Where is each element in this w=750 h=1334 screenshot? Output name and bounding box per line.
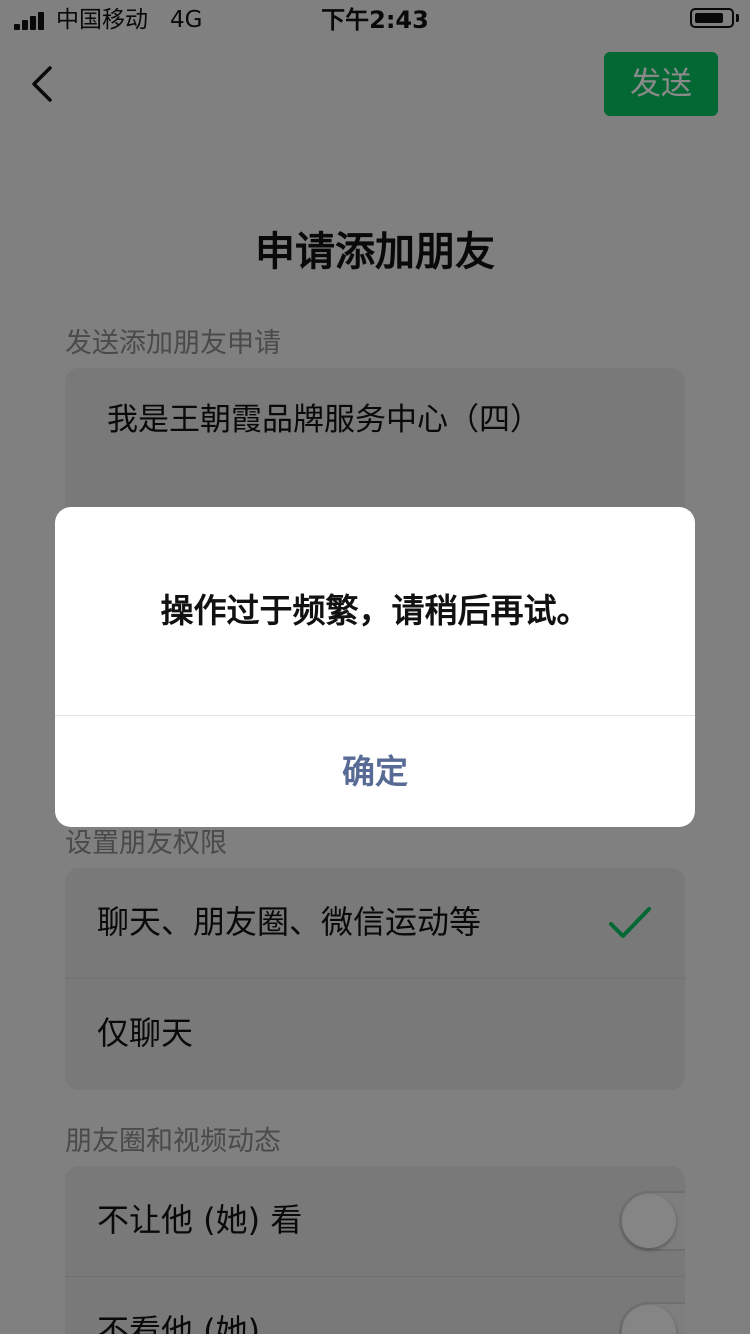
dialog-message: 操作过于频繁，请稍后再试。 <box>160 591 590 630</box>
dialog-confirm-button[interactable]: 确定 <box>55 716 695 827</box>
alert-dialog: 操作过于频繁，请稍后再试。 确定 <box>55 507 695 827</box>
